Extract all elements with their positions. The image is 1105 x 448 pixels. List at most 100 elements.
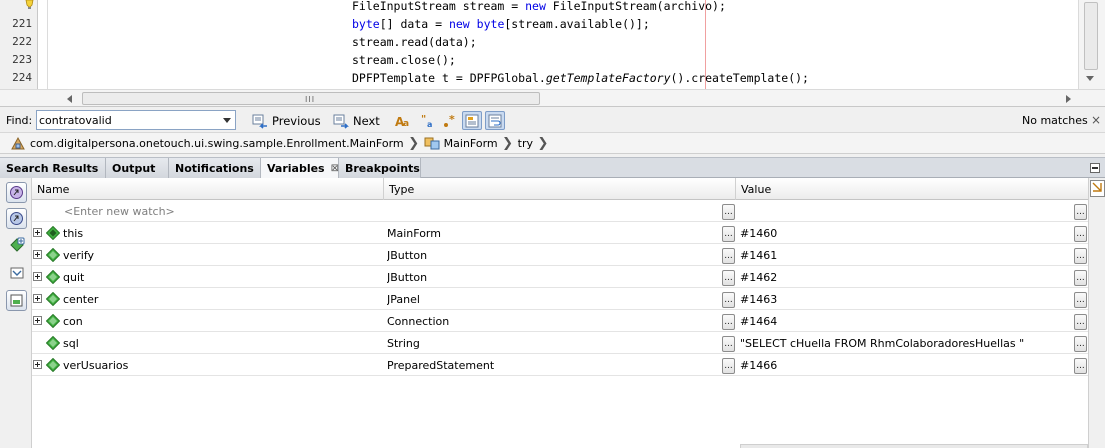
find-next-button[interactable]: Next: [330, 110, 383, 131]
name-ellipsis-button[interactable]: ...: [722, 204, 735, 220]
new-watch-icon[interactable]: [6, 234, 27, 255]
tab-label: Variables: [267, 162, 325, 175]
editor-horizontal-scrollbar[interactable]: III: [0, 89, 1105, 107]
expand-icon[interactable]: [33, 294, 42, 303]
column-header-value[interactable]: Value: [736, 178, 1088, 200]
tab-notifications[interactable]: Notifications: [169, 158, 261, 178]
value-ellipsis-button[interactable]: ...: [1074, 248, 1087, 264]
find-combo[interactable]: [36, 110, 236, 130]
scroll-down-arrow-icon[interactable]: [1086, 76, 1094, 81]
code-line[interactable]: DPFPTemplate t = DPFPGlobal.getTemplateF…: [352, 69, 809, 87]
keyword-token: new: [525, 0, 546, 13]
regex-icon[interactable]: *: [440, 111, 460, 130]
line-number-gutter[interactable]: 221 222 223 224: [0, 0, 38, 89]
close-tab-icon[interactable]: ⊠: [331, 163, 339, 174]
table-row[interactable]: center JPanel #1463......: [32, 288, 1088, 310]
variable-value[interactable]: #1466: [740, 354, 1070, 376]
table-row[interactable]: sql String "SELECT cHuella FROM RhmColabor…: [32, 332, 1088, 354]
table-row[interactable]: verUsuarios PreparedStatement #1466......: [32, 354, 1088, 376]
table-row[interactable]: verify JButton #1461......: [32, 244, 1088, 266]
tab-variables[interactable]: Variables ⊠: [261, 158, 339, 179]
column-chooser-icon[interactable]: [1090, 180, 1105, 197]
code-line[interactable]: byte[] data = new byte[stream.available(…: [352, 15, 650, 33]
wrap-around-icon[interactable]: [485, 111, 505, 130]
horizontal-scroll-thumb[interactable]: III: [82, 92, 540, 105]
type-ellipsis-button[interactable]: ...: [722, 336, 735, 352]
breadcrumb-separator-icon[interactable]: ❯: [536, 136, 550, 151]
value-ellipsis-button[interactable]: ...: [1074, 358, 1087, 374]
expand-icon[interactable]: [33, 360, 42, 369]
chevron-down-icon[interactable]: [223, 118, 231, 123]
table-row[interactable]: quit JButton #1462......: [32, 266, 1088, 288]
scroll-left-arrow-icon[interactable]: [67, 95, 72, 103]
highlight-results-icon[interactable]: [462, 111, 482, 130]
match-case-icon[interactable]: Aa: [393, 111, 413, 130]
expand-icon[interactable]: [33, 272, 42, 281]
whole-words-icon[interactable]: " a: [418, 111, 438, 130]
value-ellipsis-button[interactable]: ...: [1074, 336, 1087, 352]
variable-value[interactable]: #1463: [740, 288, 1070, 310]
close-find-bar-icon[interactable]: ×: [1091, 113, 1101, 127]
tab-search-results[interactable]: Search Results: [0, 158, 106, 178]
type-ellipsis-button[interactable]: ...: [722, 358, 735, 374]
variable-value[interactable]: #1460: [740, 222, 1070, 244]
show-values-as-columns-icon[interactable]: [6, 290, 27, 311]
ide-window: 221 222 223 224 FileInputStream stream = ne…: [0, 0, 1105, 448]
expand-icon[interactable]: [33, 316, 42, 325]
tab-output[interactable]: Output: [106, 158, 169, 178]
value-ellipsis-button[interactable]: ...: [1074, 314, 1087, 330]
value-ellipsis-button[interactable]: ...: [1074, 292, 1087, 308]
line-number[interactable]: 222: [0, 33, 32, 51]
code-line[interactable]: stream.close();: [352, 51, 456, 69]
value-ellipsis-button[interactable]: ...: [1074, 270, 1087, 286]
variable-value[interactable]: "SELECT cHuella FROM RhmColaboradoresHue…: [740, 332, 1070, 354]
column-header-type[interactable]: Type: [384, 178, 736, 200]
code-line[interactable]: stream.read(data);: [352, 33, 477, 51]
vertical-scroll-thumb[interactable]: [1084, 2, 1098, 70]
table-row[interactable]: this MainForm #1460......: [32, 222, 1088, 244]
evaluate-expression-icon[interactable]: [6, 262, 27, 283]
table-row[interactable]: con Connection #1464......: [32, 310, 1088, 332]
expand-icon[interactable]: [33, 228, 42, 237]
type-ellipsis-button[interactable]: ...: [722, 248, 735, 264]
find-previous-label: Previous: [272, 113, 321, 128]
value-ellipsis-button[interactable]: ...: [1074, 204, 1087, 220]
show-inherited-icon[interactable]: [6, 208, 27, 229]
table-horizontal-scrollbar[interactable]: [740, 444, 1088, 448]
editor-vertical-scrollbar[interactable]: [1078, 0, 1105, 89]
type-ellipsis-button[interactable]: ...: [722, 270, 735, 286]
type-ellipsis-button[interactable]: ...: [722, 314, 735, 330]
type-ellipsis-button[interactable]: ...: [722, 226, 735, 242]
expand-icon[interactable]: [33, 250, 42, 259]
line-number[interactable]: 224: [0, 69, 32, 87]
variable-value[interactable]: #1461: [740, 244, 1070, 266]
new-watch-placeholder[interactable]: <Enter new watch>: [64, 200, 384, 222]
variable-type: MainForm: [387, 226, 441, 240]
code-token: FileInputStream stream =: [352, 0, 526, 13]
find-input[interactable]: [39, 112, 215, 128]
variable-value[interactable]: #1462: [740, 266, 1070, 288]
field-this-icon: [46, 226, 60, 240]
hint-bulb-icon[interactable]: [23, 0, 36, 10]
scroll-right-arrow-icon[interactable]: [1066, 95, 1071, 103]
show-static-icon[interactable]: [6, 182, 27, 203]
type-ellipsis-button[interactable]: ...: [722, 292, 735, 308]
variable-value[interactable]: #1464: [740, 310, 1070, 332]
minimize-panel-icon[interactable]: [1090, 163, 1100, 173]
value-ellipsis-button[interactable]: ...: [1074, 226, 1087, 242]
line-number[interactable]: 223: [0, 51, 32, 69]
glyph-margin[interactable]: [38, 0, 48, 89]
line-number[interactable]: 221: [0, 15, 32, 33]
tab-breakpoints[interactable]: Breakpoints: [339, 158, 421, 178]
code-editor[interactable]: 221 222 223 224 FileInputStream stream = ne…: [0, 0, 1105, 107]
breadcrumb-separator-icon[interactable]: ❯: [407, 136, 421, 151]
find-previous-icon: [252, 114, 267, 129]
column-header-name[interactable]: Name: [32, 178, 384, 200]
new-watch-row[interactable]: <Enter new watch> ... ...: [32, 200, 1088, 222]
find-previous-button[interactable]: Previous: [249, 110, 324, 131]
breadcrumb-item-try[interactable]: try: [518, 137, 533, 150]
breadcrumb-item-mainform[interactable]: MainForm: [424, 136, 498, 150]
breadcrumb-separator-icon[interactable]: ❯: [501, 136, 515, 151]
code-line[interactable]: FileInputStream stream = new FileInputSt…: [352, 0, 726, 15]
breadcrumb-item-class[interactable]: com.digitalpersona.onetouch.ui.swing.sam…: [10, 136, 404, 150]
